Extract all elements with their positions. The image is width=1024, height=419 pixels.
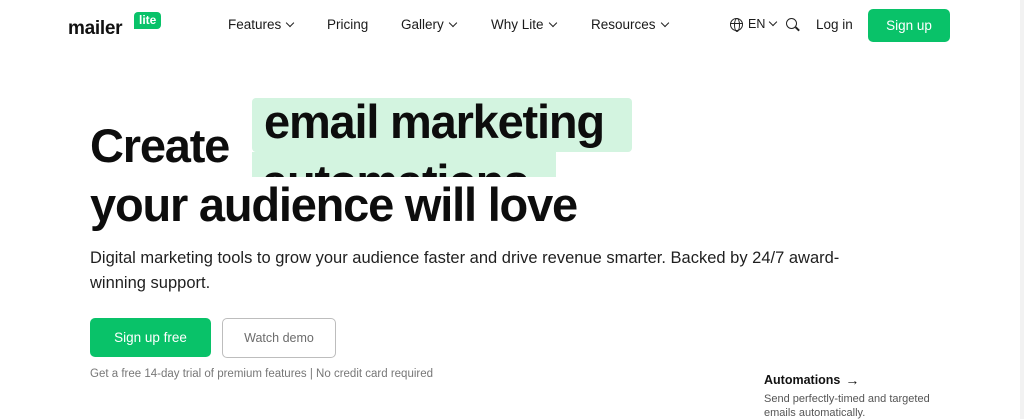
chevron-down-icon [548, 18, 557, 27]
rotating-highlight-line1: email marketing [252, 98, 632, 152]
logo-badge: lite [134, 12, 162, 29]
nav-item-features[interactable]: Features [228, 17, 295, 32]
search-icon[interactable] [786, 18, 800, 32]
signup-free-button[interactable]: Sign up free [90, 318, 211, 357]
signup-button[interactable]: Sign up [868, 9, 950, 42]
language-selector[interactable]: EN [730, 17, 778, 32]
globe-icon [730, 17, 743, 32]
logo-wordmark: mailer [68, 18, 123, 39]
feature-card-description: Send perfectly-timed and targeted emails… [764, 393, 930, 419]
hero-subtitle: Digital marketing tools to grow your aud… [90, 249, 840, 292]
login-link[interactable]: Log in [816, 17, 853, 32]
rotating-phrase-line1: email marketing [264, 98, 605, 148]
nav-item-resources[interactable]: Resources [591, 17, 669, 32]
scrollbar-track[interactable] [1020, 0, 1024, 419]
feature-card-title: Automations [764, 373, 841, 387]
nav-item-label: Pricing [327, 17, 369, 32]
chevron-down-icon [660, 18, 669, 27]
nav-item-why-lite[interactable]: Why Lite [491, 17, 557, 32]
language-label: EN [748, 17, 766, 31]
hero-headline-line2: your audience will love [90, 178, 578, 231]
trial-note: Get a free 14-day trial of premium featu… [90, 368, 434, 380]
hero-headline-prefix: Create [90, 119, 230, 172]
arrow-right-icon: → [845, 372, 860, 388]
chevron-down-icon [448, 18, 458, 27]
rotating-phrase-line2: automations [262, 154, 529, 177]
nav-item-pricing[interactable]: Pricing [327, 17, 368, 32]
rotating-highlight-line2: automations [252, 152, 556, 177]
watch-demo-button[interactable]: Watch demo [222, 318, 336, 358]
chevron-down-icon [769, 17, 778, 27]
top-navigation: mailer lite Features Pricing Gallery Why… [0, 0, 1024, 52]
nav-item-label: Why Lite [491, 17, 544, 32]
feature-card-link[interactable]: Automations → [764, 372, 859, 388]
nav-item-label: Gallery [401, 17, 444, 32]
chevron-down-icon [286, 18, 295, 27]
nav-item-gallery[interactable]: Gallery [401, 17, 458, 32]
nav-item-label: Resources [591, 17, 656, 32]
nav-item-label: Features [228, 17, 282, 32]
